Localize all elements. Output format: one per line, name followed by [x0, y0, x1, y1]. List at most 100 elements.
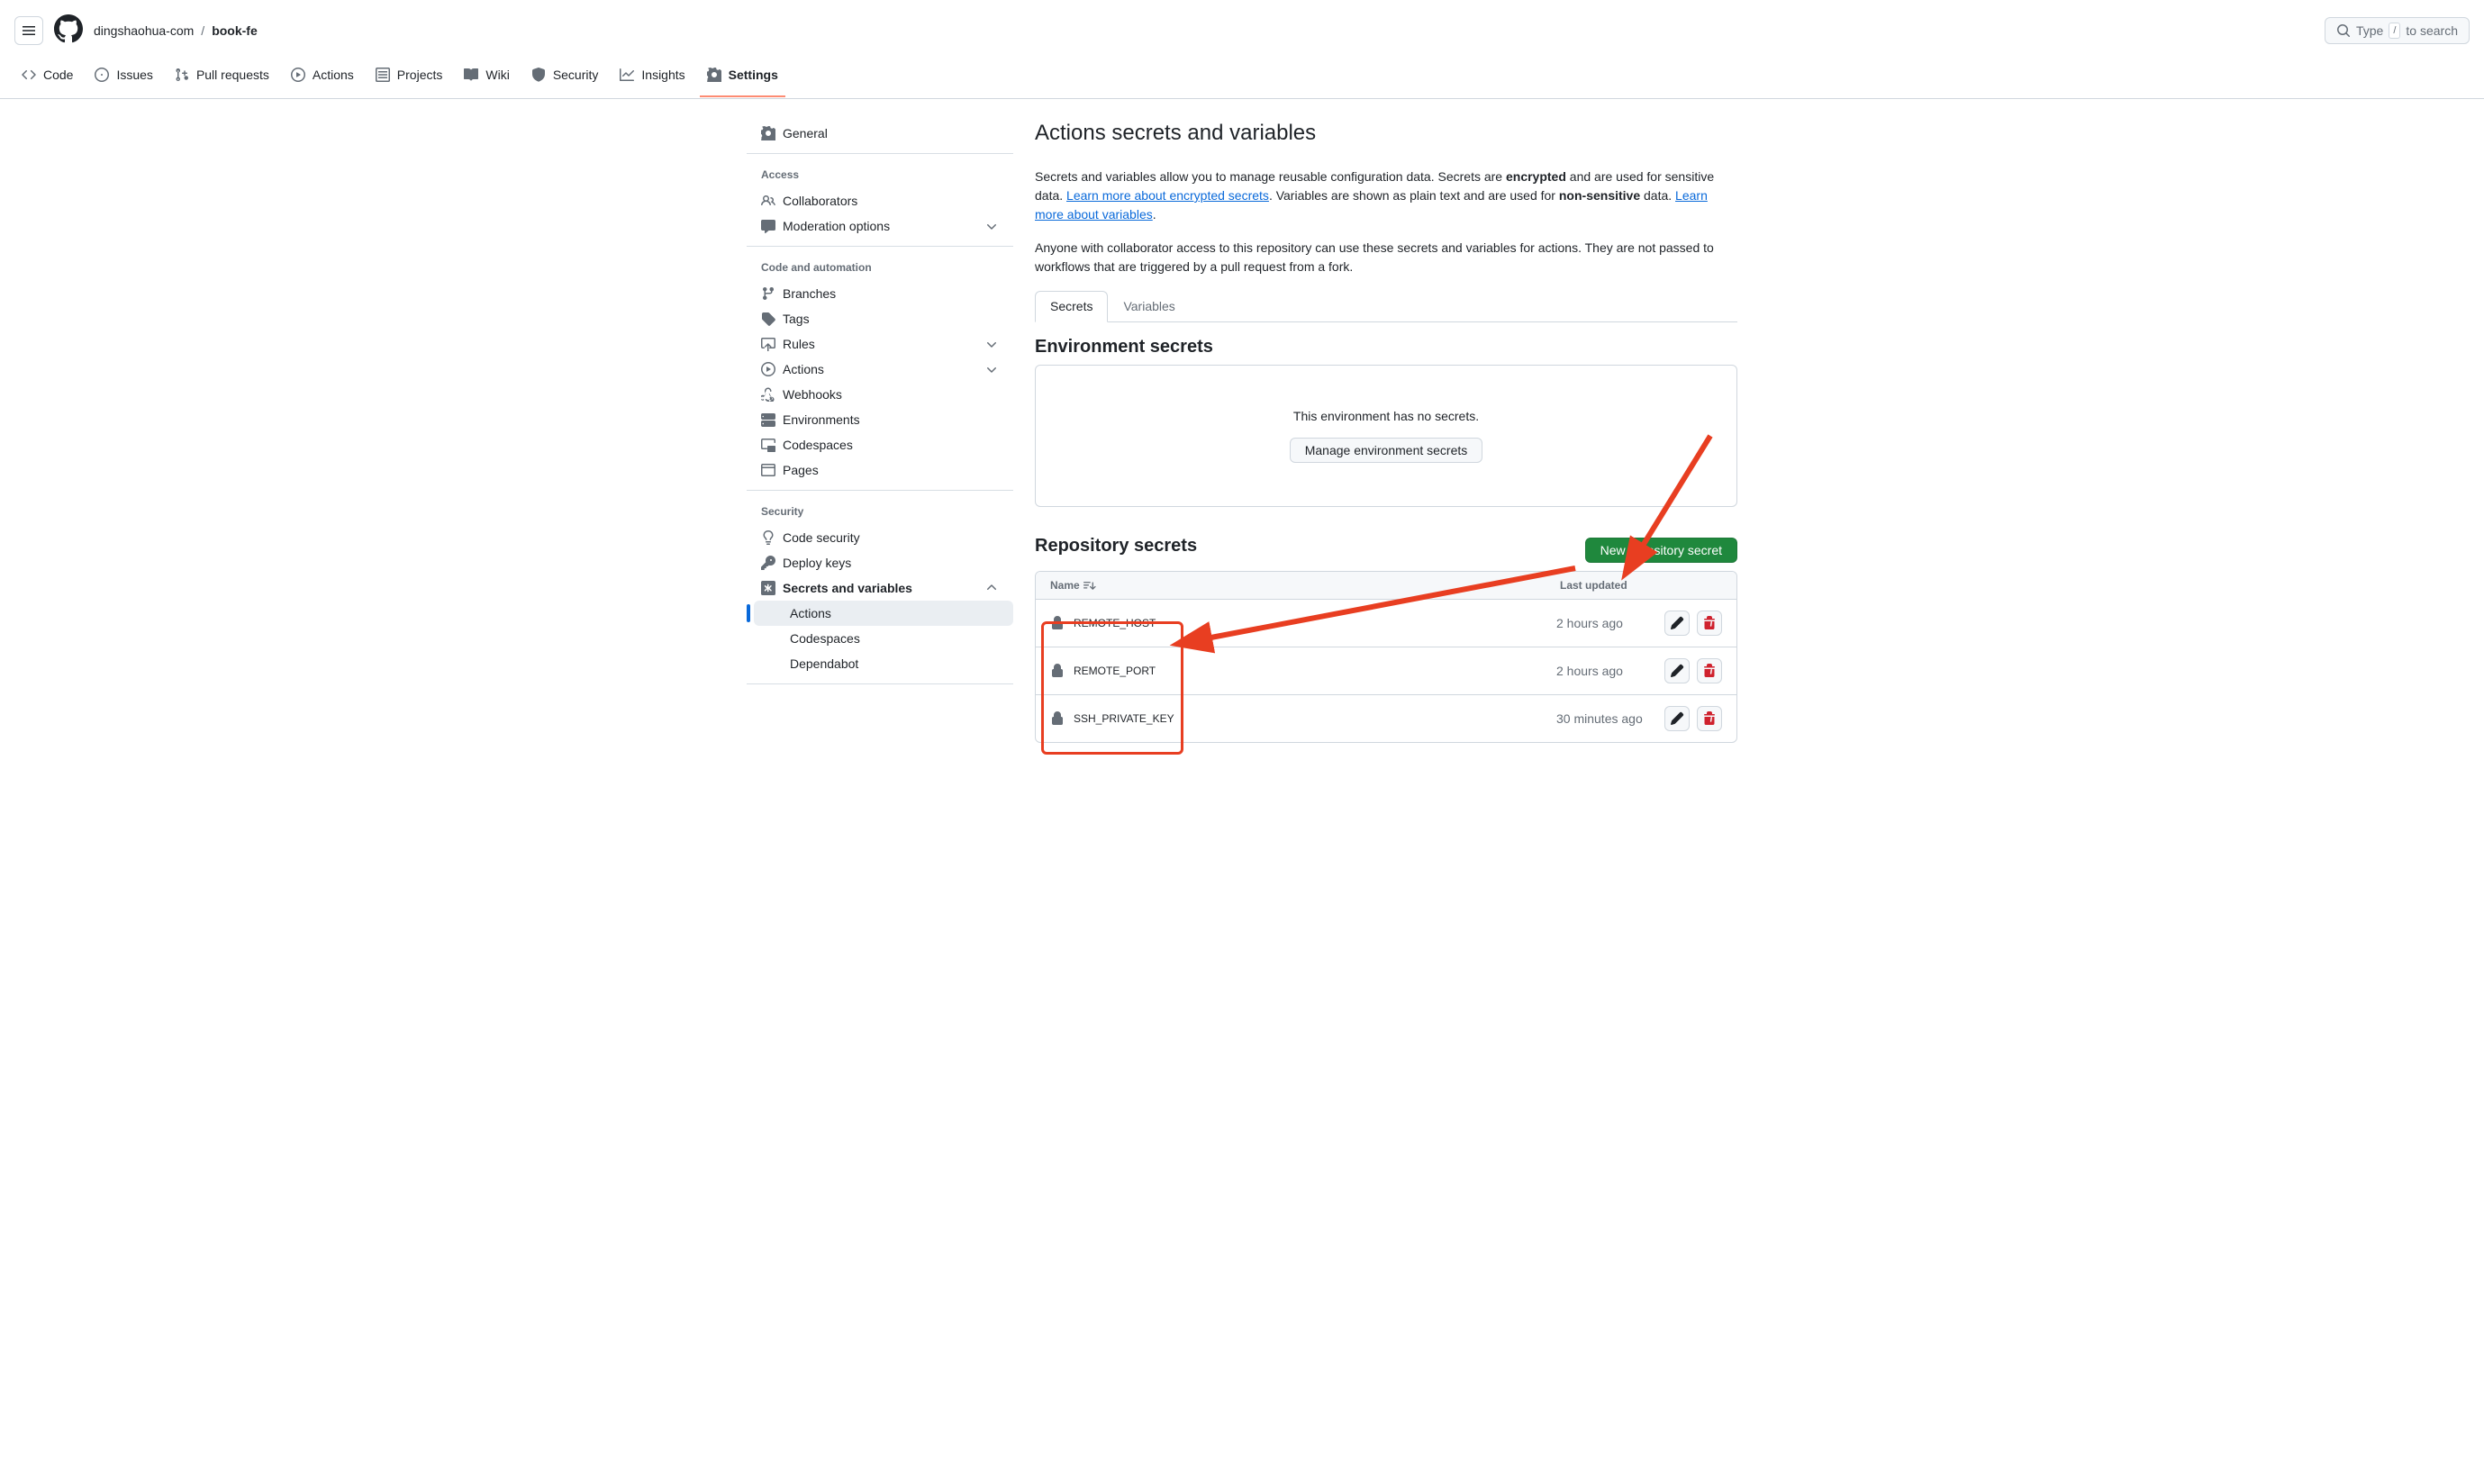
divider	[747, 683, 1013, 684]
comment-icon	[761, 219, 775, 233]
sidebar-item-actions[interactable]: Actions	[747, 357, 1013, 382]
sidebar-item-environments[interactable]: Environments	[747, 407, 1013, 432]
search-kbd: /	[2389, 23, 2400, 39]
repo-secrets-table: Name Last updated REMOTE_HOST 2 hours ag…	[1035, 571, 1737, 743]
main-content: Actions secrets and variables Secrets an…	[1035, 121, 1737, 743]
sidebar-item-general[interactable]: General	[747, 121, 1013, 146]
repo-nav: Code Issues Pull requests Actions Projec…	[0, 60, 2484, 99]
table-icon	[376, 68, 390, 82]
new-repo-secret-button[interactable]: New repository secret	[1585, 538, 1737, 563]
search-suffix: to search	[2406, 23, 2458, 38]
nav-wiki[interactable]: Wiki	[457, 60, 516, 98]
play-icon	[291, 68, 305, 82]
nav-settings[interactable]: Settings	[700, 60, 785, 98]
divider	[747, 246, 1013, 247]
tab-secrets[interactable]: Secrets	[1035, 291, 1108, 322]
gear-icon	[761, 126, 775, 140]
nav-insights[interactable]: Insights	[612, 60, 692, 98]
play-icon	[761, 362, 775, 376]
secret-name: REMOTE_PORT	[1074, 665, 1156, 677]
sidebar-item-code-security[interactable]: Code security	[747, 525, 1013, 550]
nav-pulls[interactable]: Pull requests	[168, 60, 277, 98]
secret-updated: 2 hours ago	[1556, 664, 1664, 678]
tag-icon	[761, 312, 775, 326]
col-header-name[interactable]: Name	[1050, 579, 1560, 592]
sidebar-item-rules[interactable]: Rules	[747, 331, 1013, 357]
sidebar-item-moderation[interactable]: Moderation options	[747, 213, 1013, 239]
nav-security[interactable]: Security	[524, 60, 606, 98]
manage-env-secrets-button[interactable]: Manage environment secrets	[1290, 438, 1483, 463]
chevron-up-icon	[984, 581, 999, 595]
edit-secret-button[interactable]	[1664, 658, 1690, 683]
edit-secret-button[interactable]	[1664, 706, 1690, 731]
sidebar-item-secrets-vars[interactable]: Secrets and variables	[747, 575, 1013, 601]
delete-secret-button[interactable]	[1697, 706, 1722, 731]
sidebar-section-security: Security	[747, 498, 1013, 525]
sidebar-item-webhooks[interactable]: Webhooks	[747, 382, 1013, 407]
trash-icon	[1702, 616, 1717, 630]
sidebar-item-tags[interactable]: Tags	[747, 306, 1013, 331]
repo-link[interactable]: book-fe	[212, 23, 258, 38]
nav-issues[interactable]: Issues	[87, 60, 159, 98]
issue-icon	[95, 68, 109, 82]
sidebar-subitem-dependabot[interactable]: Dependabot	[754, 651, 1013, 676]
divider	[747, 153, 1013, 154]
env-empty-text: This environment has no secrets.	[1293, 409, 1479, 423]
edit-secret-button[interactable]	[1664, 611, 1690, 636]
push-icon	[761, 337, 775, 351]
nav-projects[interactable]: Projects	[368, 60, 450, 98]
code-icon	[22, 68, 36, 82]
tab-variables[interactable]: Variables	[1108, 291, 1190, 321]
people-icon	[761, 194, 775, 208]
settings-sidebar: General Access Collaborators Moderation …	[747, 121, 1013, 743]
divider	[747, 490, 1013, 491]
secret-updated: 2 hours ago	[1556, 616, 1664, 630]
delete-secret-button[interactable]	[1697, 611, 1722, 636]
env-secrets-title: Environment secrets	[1035, 337, 1737, 357]
owner-link[interactable]: dingshaohua-com	[94, 23, 194, 38]
webhook-icon	[761, 387, 775, 402]
nav-actions[interactable]: Actions	[284, 60, 361, 98]
gear-icon	[707, 68, 721, 82]
col-header-updated: Last updated	[1560, 579, 1722, 592]
lock-icon	[1050, 664, 1065, 678]
branch-icon	[761, 286, 775, 301]
server-icon	[761, 412, 775, 427]
pencil-icon	[1670, 711, 1684, 726]
sidebar-section-access: Access	[747, 161, 1013, 188]
sidebar-item-collaborators[interactable]: Collaborators	[747, 188, 1013, 213]
github-icon	[54, 14, 83, 43]
sidebar-subitem-codespaces[interactable]: Codespaces	[754, 626, 1013, 651]
trash-icon	[1702, 664, 1717, 678]
nav-code[interactable]: Code	[14, 60, 80, 98]
asterisk-icon	[761, 581, 775, 595]
chevron-down-icon	[984, 362, 999, 376]
graph-icon	[620, 68, 634, 82]
secrets-variables-tabs: Secrets Variables	[1035, 291, 1737, 322]
hamburger-menu[interactable]	[14, 16, 43, 45]
key-icon	[761, 556, 775, 570]
codespaces-icon	[761, 438, 775, 452]
secret-row: REMOTE_HOST 2 hours ago	[1036, 600, 1736, 647]
bars-icon	[22, 23, 36, 38]
sidebar-subitem-actions[interactable]: Actions	[754, 601, 1013, 626]
sidebar-item-codespaces[interactable]: Codespaces	[747, 432, 1013, 457]
delete-secret-button[interactable]	[1697, 658, 1722, 683]
page-description: Secrets and variables allow you to manag…	[1035, 167, 1737, 276]
search-icon	[2336, 23, 2351, 38]
browser-icon	[761, 463, 775, 477]
lock-icon	[1050, 616, 1065, 630]
sidebar-item-deploy-keys[interactable]: Deploy keys	[747, 550, 1013, 575]
link-encrypted-secrets[interactable]: Learn more about encrypted secrets	[1066, 188, 1269, 203]
secret-name: SSH_PRIVATE_KEY	[1074, 712, 1174, 725]
sidebar-item-pages[interactable]: Pages	[747, 457, 1013, 483]
secret-row: SSH_PRIVATE_KEY 30 minutes ago	[1036, 695, 1736, 742]
breadcrumb-sep: /	[201, 23, 204, 38]
pencil-icon	[1670, 616, 1684, 630]
chevron-down-icon	[984, 219, 999, 233]
github-logo[interactable]	[54, 14, 83, 46]
pencil-icon	[1670, 664, 1684, 678]
sidebar-item-branches[interactable]: Branches	[747, 281, 1013, 306]
search-input[interactable]: Type / to search	[2325, 17, 2470, 44]
secret-updated: 30 minutes ago	[1556, 711, 1664, 726]
